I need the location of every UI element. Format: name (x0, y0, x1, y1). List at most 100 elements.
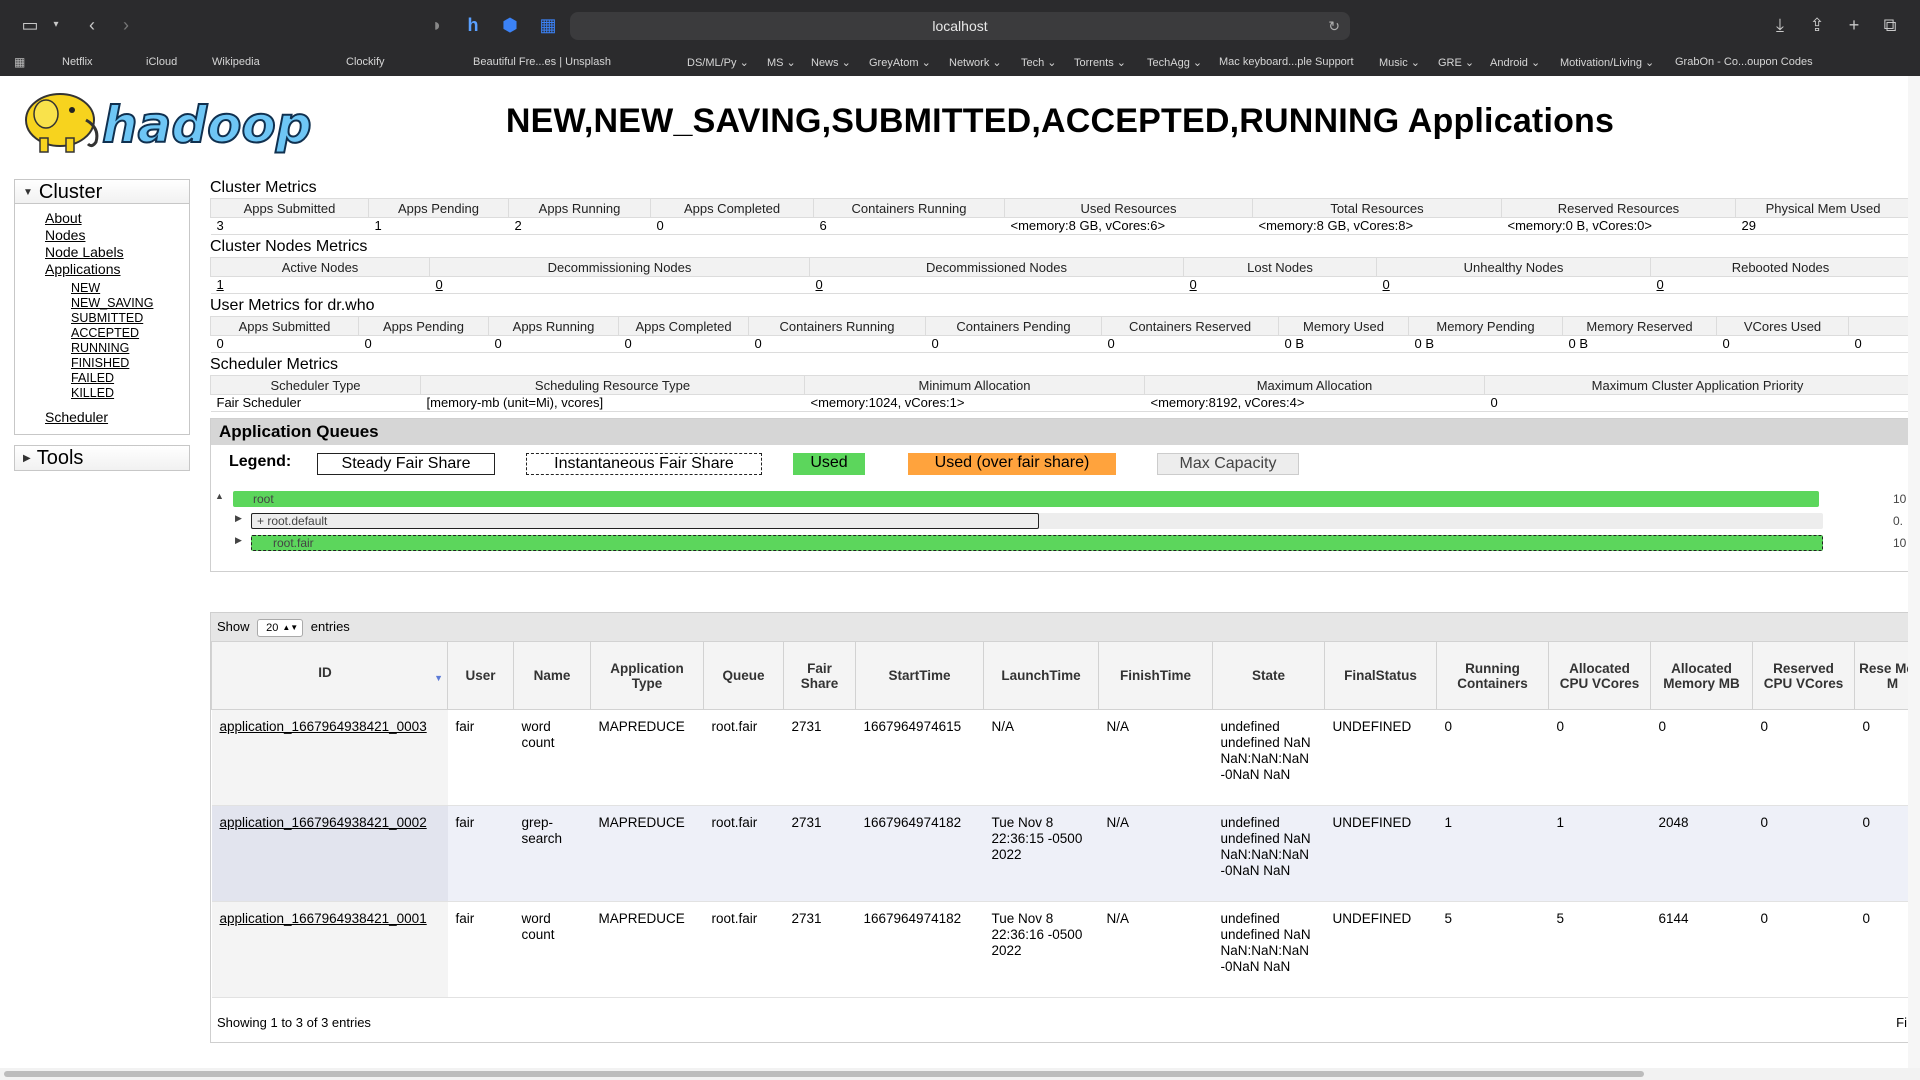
column-header[interactable]: Allocated Memory MB (1650, 641, 1753, 710)
cell-finish: N/A (1098, 901, 1213, 998)
vertical-scrollbar[interactable] (1908, 76, 1920, 1068)
bookmark-item[interactable]: Android ⌄ (1490, 56, 1540, 69)
back-icon[interactable]: ‹ (80, 13, 104, 37)
tabs-overview-icon[interactable]: ⧉ (1878, 13, 1902, 37)
nav-link-state-new[interactable]: NEW (71, 281, 189, 296)
column-header-label: Rese Mem M (1859, 660, 1909, 691)
column-header[interactable]: Allocated CPU VCores (1548, 641, 1651, 710)
shield-icon[interactable]: ◗ (425, 13, 449, 37)
bookmark-item[interactable]: Netflix (62, 56, 93, 68)
extension-h-icon[interactable]: h (461, 13, 485, 37)
bookmark-item[interactable]: TechAgg ⌄ (1147, 56, 1202, 69)
nav-link-state-running[interactable]: RUNNING (71, 341, 189, 356)
expand-triangle-icon[interactable]: ▶ (235, 535, 242, 546)
column-header[interactable]: Running Containers (1436, 641, 1549, 710)
bookmark-item[interactable]: Motivation/Living ⌄ (1560, 56, 1654, 69)
horizontal-scrollbar[interactable] (0, 1068, 1920, 1080)
browser-toolbar: ▭ ▾ ‹ › ◗ h ⬢ ▦ localhost ↻ ⤓ ⇪ + ⧉ (0, 0, 1920, 50)
url-bar[interactable]: localhost ↻ (570, 12, 1350, 40)
column-header[interactable]: Rese Mem M (1854, 641, 1909, 710)
page-size-select[interactable]: 20 ▲▼ (257, 618, 304, 637)
bookmark-item[interactable]: GrabOn - Co...oupon Codes (1675, 56, 1813, 68)
bookmark-item[interactable]: Tech ⌄ (1021, 56, 1057, 69)
column-header[interactable]: FinishTime (1098, 641, 1213, 710)
bookmark-item[interactable]: Beautiful Fre...es | Unsplash (473, 56, 611, 68)
column-header[interactable]: Fair Share (783, 641, 856, 710)
chevron-down-icon[interactable]: ▾ (44, 13, 68, 37)
queue-row-root-default[interactable]: ▶ + root.default 0. (211, 513, 1911, 529)
cluster-header[interactable]: ▼ Cluster (15, 180, 189, 204)
table-row[interactable]: application_1667964938421_0003 fair word c… (211, 709, 1909, 806)
application-id-link[interactable]: application_1667964938421_0001 (211, 901, 448, 998)
forward-icon[interactable]: › (114, 13, 138, 37)
bookmark-item[interactable]: GRE ⌄ (1438, 56, 1474, 69)
bookmark-item[interactable]: iCloud (146, 56, 177, 68)
nav-link-about[interactable]: About (45, 210, 189, 227)
column-header[interactable]: Queue (703, 641, 784, 710)
table-row[interactable]: application_1667964938421_0001 fair word c… (211, 901, 1909, 998)
column-header-label: Application Type (610, 660, 684, 691)
extension-shield-icon[interactable]: ⬢ (498, 13, 522, 37)
node-metrics-table: Active Nodes Decommissioning Nodes Decommi… (210, 257, 1911, 294)
apps-grid-icon[interactable]: ▦ (14, 55, 25, 69)
table-row[interactable]: application_1667964938421_0002 fair grep-s… (211, 805, 1909, 902)
queue-row-root[interactable]: ▲ root 10 (211, 491, 1911, 507)
scrollbar-thumb[interactable] (4, 1071, 1644, 1077)
nav-link-state-failed[interactable]: FAILED (71, 371, 189, 386)
bookmark-item[interactable]: Wikipedia (212, 56, 260, 68)
queue-value: 10 (1893, 536, 1907, 550)
nav-link-node-labels[interactable]: Node Labels (45, 244, 189, 261)
bookmark-item[interactable]: Clockify (346, 56, 385, 68)
legend-steady-fair-share: Steady Fair Share (317, 453, 495, 475)
metric-header: Apps Running (508, 198, 651, 218)
cluster-links: About Nodes Node Labels Applications NEW… (15, 204, 189, 434)
column-header[interactable]: Name (513, 641, 591, 710)
bookmark-item[interactable]: News ⌄ (811, 56, 851, 69)
cell-type: MAPREDUCE (590, 805, 704, 902)
nav-link-state-killed[interactable]: KILLED (71, 386, 189, 401)
application-id-link[interactable]: application_1667964938421_0002 (211, 805, 448, 902)
cell-finish: N/A (1098, 805, 1213, 902)
nav-link-scheduler[interactable]: Scheduler (45, 409, 189, 426)
hadoop-logo[interactable]: hadoop (16, 84, 316, 160)
bookmark-item[interactable]: GreyAtom ⌄ (869, 56, 931, 69)
nav-link-state-accepted[interactable]: ACCEPTED (71, 326, 189, 341)
chevron-down-icon: ⌄ (989, 57, 1002, 69)
application-id-link[interactable]: application_1667964938421_0003 (211, 709, 448, 806)
collapse-triangle-icon[interactable]: ▲ (215, 491, 224, 501)
column-header[interactable]: ID ▼ (211, 641, 448, 710)
bookmark-item[interactable]: Music ⌄ (1379, 56, 1420, 69)
column-header[interactable]: LaunchTime (983, 641, 1099, 710)
bookmark-item[interactable]: Network ⌄ (949, 56, 1002, 69)
extension-grid-icon[interactable]: ▦ (536, 13, 560, 37)
nav-link-nodes[interactable]: Nodes (45, 227, 189, 244)
download-icon[interactable]: ⤓ (1768, 13, 1792, 37)
queue-row-root-fair[interactable]: ▶ root.fair 10 (211, 535, 1911, 551)
bookmark-item[interactable]: DS/ML/Py ⌄ (687, 56, 749, 69)
nav-link-state-submitted[interactable]: SUBMITTED (71, 311, 189, 326)
reload-icon[interactable]: ↻ (1328, 12, 1340, 40)
apps-pagination[interactable]: Fi (1896, 1015, 1907, 1030)
sidebar-toggle-icon[interactable]: ▭ (18, 13, 42, 37)
column-header-label: Allocated Memory MB (1663, 660, 1740, 691)
bookmark-item[interactable]: MS ⌄ (767, 56, 796, 69)
tools-header[interactable]: ▶ Tools (15, 446, 189, 470)
column-header[interactable]: Application Type (590, 641, 704, 710)
bookmark-item[interactable]: Torrents ⌄ (1074, 56, 1126, 69)
new-tab-icon[interactable]: + (1842, 13, 1866, 37)
column-header[interactable]: Reserved CPU VCores (1752, 641, 1855, 710)
cell-rcpu: 0 (1752, 709, 1855, 806)
nav-link-state-new-saving[interactable]: NEW_SAVING (71, 296, 189, 311)
column-header[interactable]: User (447, 641, 514, 710)
nav-link-applications[interactable]: Applications (45, 261, 189, 278)
metric-value: Fair Scheduler (210, 394, 421, 412)
share-icon[interactable]: ⇪ (1805, 13, 1829, 37)
nav-link-state-finished[interactable]: FINISHED (71, 356, 189, 371)
bookmark-item[interactable]: Mac keyboard...ple Support (1219, 56, 1354, 68)
metric-value: 1 (210, 276, 430, 294)
column-header[interactable]: StartTime (855, 641, 984, 710)
metric-header: Total Resources (1252, 198, 1502, 218)
column-header[interactable]: State (1212, 641, 1325, 710)
column-header[interactable]: FinalStatus (1324, 641, 1437, 710)
expand-triangle-icon[interactable]: ▶ (235, 513, 242, 524)
